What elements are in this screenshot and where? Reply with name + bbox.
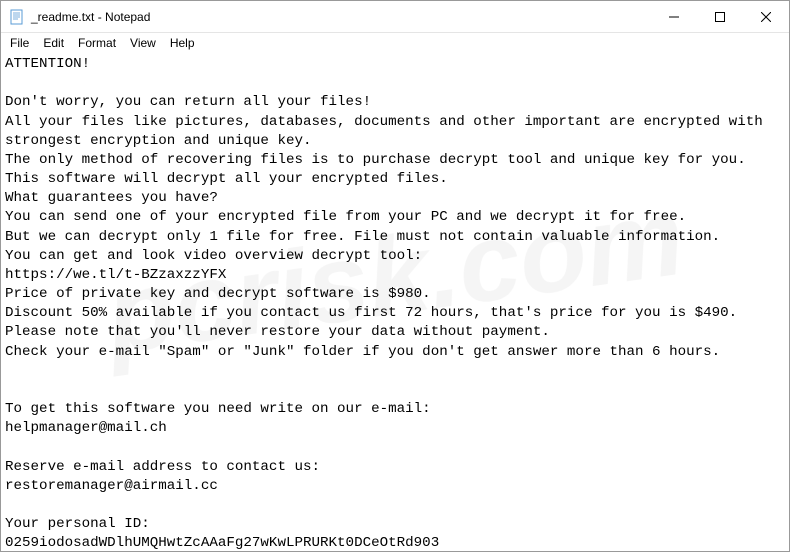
menu-file[interactable]: File (3, 35, 36, 51)
menu-edit[interactable]: Edit (36, 35, 71, 51)
menubar: File Edit Format View Help (1, 33, 789, 53)
titlebar: _readme.txt - Notepad (1, 1, 789, 33)
minimize-icon (669, 12, 679, 22)
maximize-icon (715, 12, 725, 22)
menu-format[interactable]: Format (71, 35, 123, 51)
text-area[interactable]: ATTENTION! Don't worry, you can return a… (1, 53, 789, 551)
close-icon (761, 12, 771, 22)
maximize-button[interactable] (697, 1, 743, 32)
notepad-window: _readme.txt - Notepad File Edit Format V… (0, 0, 790, 552)
window-title: _readme.txt - Notepad (31, 10, 651, 24)
notepad-icon (9, 9, 25, 25)
menu-view[interactable]: View (123, 35, 163, 51)
window-controls (651, 1, 789, 32)
close-button[interactable] (743, 1, 789, 32)
minimize-button[interactable] (651, 1, 697, 32)
menu-help[interactable]: Help (163, 35, 202, 51)
